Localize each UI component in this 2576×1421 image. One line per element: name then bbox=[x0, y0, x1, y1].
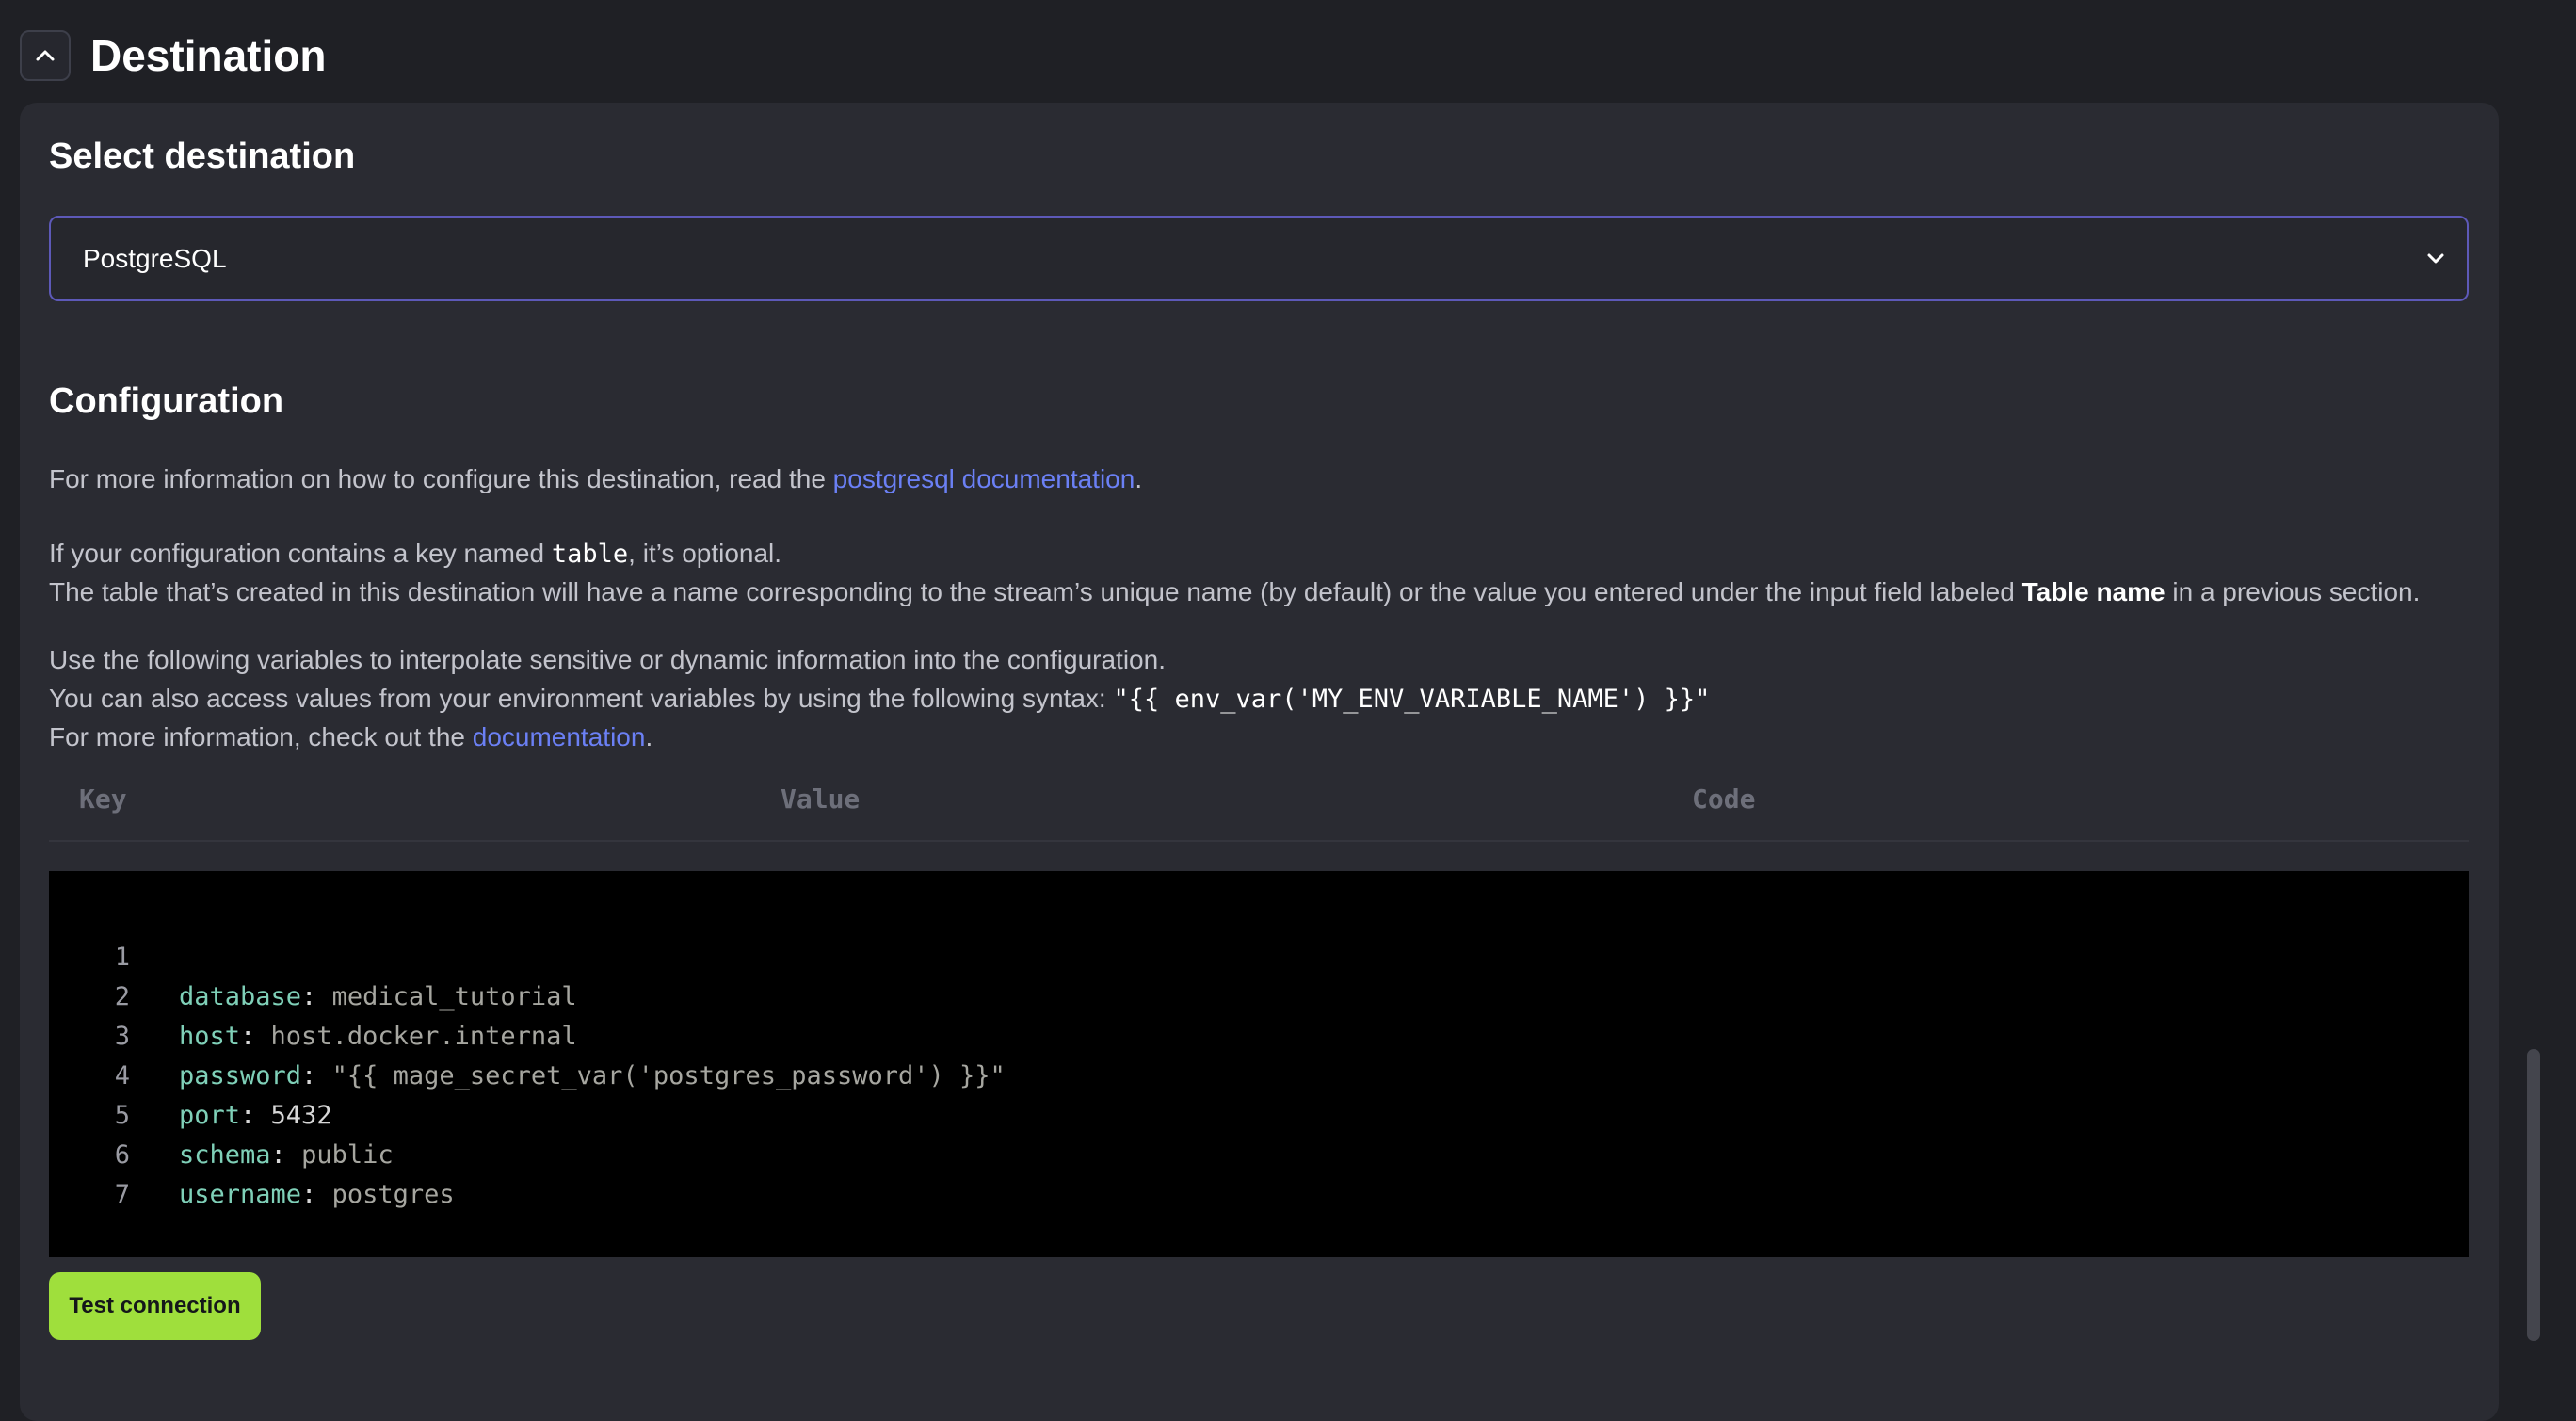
table-name-label: Table name bbox=[2021, 577, 2165, 606]
test-connection-button[interactable]: Test connection bbox=[49, 1272, 261, 1340]
postgresql-docs-link[interactable]: postgresql documentation bbox=[833, 464, 1135, 493]
section-title: Destination bbox=[90, 31, 327, 80]
documentation-link[interactable]: documentation bbox=[473, 722, 646, 751]
table-header-key: Key bbox=[79, 783, 127, 815]
yaml-key: username bbox=[179, 1180, 302, 1209]
table-name-note: The table that’s created in this destina… bbox=[49, 577, 2421, 606]
table-key-code: table bbox=[551, 540, 629, 569]
yaml-value: postgres bbox=[331, 1180, 455, 1209]
collapse-section-button[interactable] bbox=[20, 30, 71, 81]
table-header-value: Value bbox=[781, 783, 861, 815]
variables-info-line2: You can also access values from your env… bbox=[49, 684, 1711, 714]
chevron-up-icon bbox=[36, 50, 55, 61]
env-var-syntax-code: "{{ env_var('MY_ENV_VARIABLE_NAME') }}" bbox=[1113, 685, 1711, 714]
table-header-divider bbox=[49, 840, 2469, 842]
variables-info-line3: For more information, check out the docu… bbox=[49, 722, 653, 751]
code-line: 7 bbox=[49, 1136, 2469, 1209]
table-header-code: Code bbox=[1692, 783, 1756, 815]
chevron-down-icon bbox=[2427, 253, 2444, 264]
code-line: 5 schema: public bbox=[49, 1057, 2469, 1170]
config-code-editor[interactable]: 1 database: medical_tutorial 2 host: hos… bbox=[49, 871, 2469, 1257]
configuration-heading: Configuration bbox=[49, 381, 284, 421]
scrollbar-thumb[interactable] bbox=[2527, 1049, 2540, 1341]
code-line: 3 password: "{{ mage_secret_var('postgre… bbox=[49, 977, 2469, 1090]
variables-info-line1: Use the following variables to interpola… bbox=[49, 645, 1166, 674]
table-optional-note: If your configuration contains a key nam… bbox=[49, 539, 782, 569]
code-line: 4 port: 5432 bbox=[49, 1017, 2469, 1130]
select-destination-heading: Select destination bbox=[49, 137, 356, 176]
code-line: 1 database: medical_tutorial bbox=[49, 898, 2469, 1011]
config-info-text: For more information on how to configure… bbox=[49, 464, 1143, 493]
code-line: 2 host: host.docker.internal bbox=[49, 938, 2469, 1051]
code-line: 6 username: postgres bbox=[49, 1096, 2469, 1209]
destination-select[interactable]: PostgreSQL bbox=[49, 216, 2469, 301]
destination-select-value: PostgreSQL bbox=[83, 244, 227, 273]
line-number: 7 bbox=[114, 1180, 130, 1209]
